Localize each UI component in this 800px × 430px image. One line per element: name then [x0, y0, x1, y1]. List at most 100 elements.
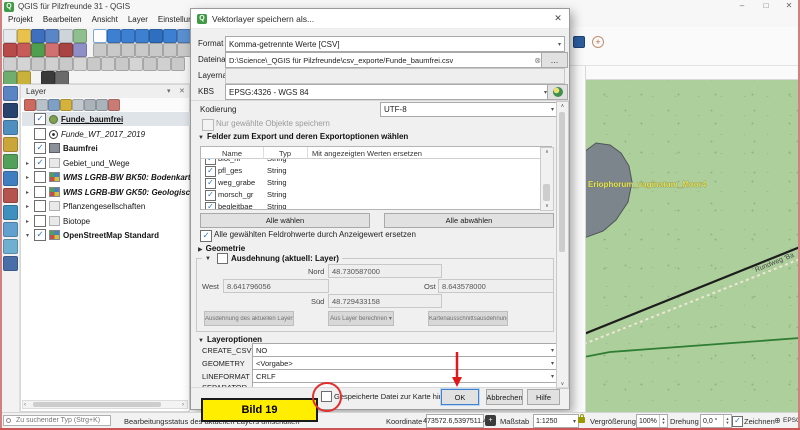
save-project-as-icon[interactable] — [45, 29, 59, 43]
panel-close-icon[interactable]: ✕ — [179, 87, 185, 95]
layer-group-biotope[interactable]: ▸ Biotope — [22, 214, 190, 228]
add-wcs-layer-icon[interactable] — [3, 222, 18, 237]
geometry-select[interactable]: <Vorgabe>▾ — [252, 356, 558, 370]
add-wfs-layer-icon[interactable] — [3, 239, 18, 254]
spinner-icon[interactable]: ▲▼ — [723, 415, 731, 427]
scroll-up-icon[interactable]: ∧ — [541, 149, 553, 155]
south-input[interactable]: 48.729433158 — [328, 294, 442, 308]
hscroll-thumb[interactable] — [33, 402, 161, 407]
maximize-button[interactable]: □ — [756, 1, 776, 10]
layer-item-baumfrei[interactable]: ✓ Baumfrei — [22, 141, 190, 155]
scale-select[interactable]: 1:1250▾ — [533, 414, 579, 428]
layer-checkbox[interactable]: ✓ — [34, 157, 46, 169]
scroll-up-icon[interactable]: ∧ — [557, 103, 568, 109]
browse-button[interactable]: … — [541, 52, 568, 68]
layer-checkbox[interactable] — [34, 215, 46, 227]
extent-section-header[interactable]: ▼ Ausdehnung (aktuell: Layer) — [202, 253, 342, 264]
add-feature-icon[interactable] — [107, 43, 121, 57]
menu-bearbeiten[interactable]: Bearbeiten — [38, 14, 87, 27]
create-csvt-select[interactable]: NO▾ — [252, 343, 558, 357]
field-checkbox[interactable]: ✓ — [205, 202, 216, 209]
fields-section-header[interactable]: ▼Felder zum Export und deren Exportoptio… — [198, 132, 408, 141]
encoding-select[interactable]: UTF-8 ▾ — [380, 102, 558, 117]
layer-checkbox[interactable]: ✓ — [34, 142, 46, 154]
measure-icon[interactable] — [45, 43, 59, 57]
scroll-left-icon[interactable]: ‹ — [24, 402, 26, 408]
delete-ring-icon[interactable] — [101, 57, 115, 71]
expander-icon[interactable]: ▸ — [24, 174, 31, 181]
zoom-to-selection-icon[interactable] — [163, 29, 177, 43]
layer-item-funde-baumfrei[interactable]: ✓ Funde_baumfrei — [22, 112, 190, 126]
zoom-full-icon[interactable] — [149, 29, 163, 43]
spinner-icon[interactable]: ▲▼ — [659, 415, 667, 427]
screenshot-tool-icon[interactable] — [55, 71, 69, 85]
geometry-section-header[interactable]: ▶Geometrie — [198, 244, 245, 253]
dialog-vscrollbar[interactable]: ∧ ∨ — [556, 101, 569, 389]
layer-item-funde-wt[interactable]: Funde_WT_2017_2019 — [22, 127, 190, 141]
layer-group-pflanzengesellschaften[interactable]: ▸ Pflanzengesellschaften — [22, 199, 190, 213]
open-project-icon[interactable] — [17, 29, 31, 43]
dialog-close-icon[interactable]: ✕ — [551, 13, 565, 24]
only-selected-checkbox[interactable] — [202, 119, 214, 131]
new-project-icon[interactable] — [3, 29, 17, 43]
simplify-feature-icon[interactable] — [45, 57, 59, 71]
dialog-titlebar[interactable]: Q Vektorlayer speichern als... ✕ — [191, 9, 569, 29]
locator-search-input[interactable] — [3, 415, 111, 426]
deselect-all-button[interactable]: Alle abwählen — [384, 213, 554, 228]
layer-checkbox[interactable] — [34, 200, 46, 212]
lineformat-select[interactable]: CRLF▾ — [252, 369, 558, 383]
pan-to-selection-icon[interactable] — [107, 29, 121, 43]
zoom-in-icon[interactable] — [121, 29, 135, 43]
scroll-right-icon[interactable]: › — [182, 402, 184, 408]
python-console-icon[interactable] — [17, 71, 31, 85]
layer-checkbox[interactable]: ✓ — [34, 229, 46, 241]
save-project-icon[interactable] — [31, 29, 45, 43]
delete-part-icon[interactable] — [115, 57, 129, 71]
identify-features-icon[interactable] — [31, 43, 45, 57]
layers-panel-hscrollbar[interactable]: ‹ › — [22, 400, 188, 409]
delete-feature-icon[interactable] — [149, 43, 163, 57]
ok-button[interactable]: OK — [441, 389, 479, 405]
clear-field-icon[interactable]: ⊗ — [534, 56, 541, 65]
close-button[interactable]: ✕ — [779, 1, 799, 10]
menu-projekt[interactable]: Projekt — [3, 14, 38, 27]
expander-icon[interactable]: ▸ — [24, 189, 31, 196]
field-checkbox[interactable]: ✓ — [205, 166, 216, 177]
add-delimited-text-layer-icon[interactable] — [3, 137, 18, 152]
expander-icon[interactable]: ▸ — [24, 218, 31, 225]
layer-checkbox[interactable] — [34, 186, 46, 198]
table-vscrollbar[interactable]: ∧ ∨ — [540, 147, 554, 211]
paste-feature-icon[interactable] — [177, 43, 191, 57]
print-layout-icon[interactable] — [59, 29, 73, 43]
layer-item-wms-gk50[interactable]: ▸ WMS LGRB-BW GK50: Geologische Karte 1 … — [22, 185, 190, 199]
minimize-button[interactable]: – — [732, 1, 752, 10]
layer-item-wms-bk50[interactable]: ▸ WMS LGRB-BW BK50: Bodenkarte 1 : 50 00… — [22, 170, 190, 184]
osm-place-search-icon[interactable] — [41, 71, 55, 85]
table-row[interactable]: ✓ begleitbae String — [201, 201, 540, 209]
map-canvas[interactable]: Eriophorum_vaginatum_Moor4 Rundweg 'Ba — [586, 80, 798, 412]
new-virtual-layer-icon[interactable] — [3, 256, 18, 271]
add-spatialite-layer-icon[interactable] — [3, 171, 18, 186]
north-input[interactable]: 48.730587000 — [328, 264, 442, 278]
filter-legend-icon[interactable] — [60, 99, 72, 111]
offset-curve-icon[interactable] — [143, 57, 157, 71]
west-input[interactable]: 8.641796056 — [223, 279, 329, 293]
rotate-feature-icon[interactable] — [31, 57, 45, 71]
open-layer-styling-icon[interactable] — [24, 99, 36, 111]
add-raster-layer-icon[interactable] — [3, 103, 18, 118]
layer-checkbox[interactable]: ✓ — [34, 113, 46, 125]
expander-icon[interactable]: ▾ — [24, 232, 31, 239]
select-features-icon[interactable] — [3, 43, 17, 57]
add-group-icon[interactable] — [36, 99, 48, 111]
collapse-all-icon[interactable] — [96, 99, 108, 111]
replace-raw-checkbox[interactable]: ✓ — [200, 230, 212, 242]
add-mesh-layer-icon[interactable] — [3, 120, 18, 135]
crs-select[interactable]: EPSG:4326 - WGS 84 ▾ — [225, 84, 551, 100]
cut-feature-icon[interactable] — [163, 43, 177, 57]
processing-toolbox-icon[interactable] — [3, 71, 17, 85]
table-scroll-thumb[interactable] — [543, 184, 550, 201]
layer-item-openstreetmap[interactable]: ▾ ✓ OpenStreetMap Standard — [22, 228, 190, 242]
col-header-typ[interactable]: Typ — [263, 149, 307, 158]
add-wms-layer-icon[interactable] — [3, 205, 18, 220]
deselect-features-icon[interactable] — [17, 43, 31, 57]
